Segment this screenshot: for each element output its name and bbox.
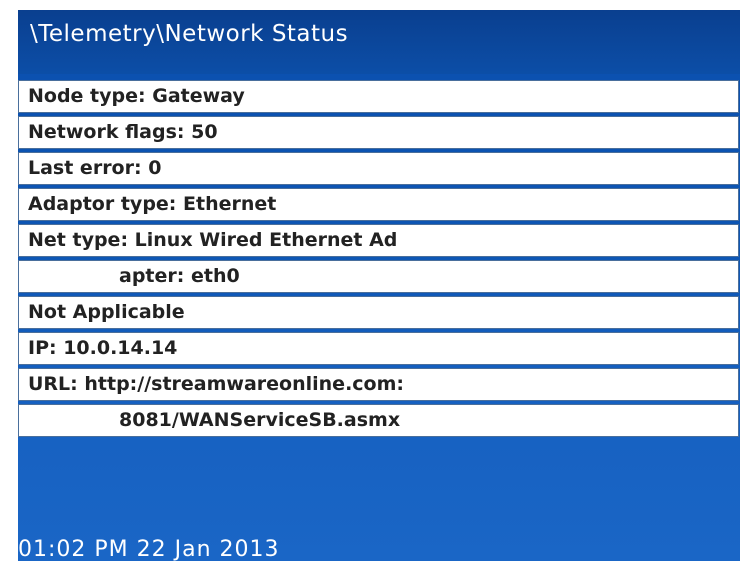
list-item-node-type[interactable]: Node type: Gateway xyxy=(18,80,739,113)
status-datetime: 01:02 PM 22 Jan 2013 xyxy=(18,537,280,561)
network-status-list: Node type: Gateway Network flags: 50 Las… xyxy=(18,80,740,440)
list-item-not-applicable[interactable]: Not Applicable xyxy=(18,296,739,329)
list-item-ip[interactable]: IP: 10.0.14.14 xyxy=(18,332,739,365)
title-bar: \Telemetry\Network Status xyxy=(18,10,740,74)
page-title: \Telemetry\Network Status xyxy=(30,21,349,47)
list-item-last-error[interactable]: Last error: 0 xyxy=(18,152,739,185)
device-screen: \Telemetry\Network Status Node type: Gat… xyxy=(18,10,740,561)
list-item-net-type-continued[interactable]: apter: eth0 xyxy=(18,260,739,293)
list-item-adaptor-type[interactable]: Adaptor type: Ethernet xyxy=(18,188,739,221)
list-item-url-continued[interactable]: 8081/WANServiceSB.asmx xyxy=(18,404,739,437)
list-item-net-type[interactable]: Net type: Linux Wired Ethernet Ad xyxy=(18,224,739,257)
list-item-network-flags[interactable]: Network flags: 50 xyxy=(18,116,739,149)
list-item-url[interactable]: URL: http://streamwareonline.com: xyxy=(18,368,739,401)
